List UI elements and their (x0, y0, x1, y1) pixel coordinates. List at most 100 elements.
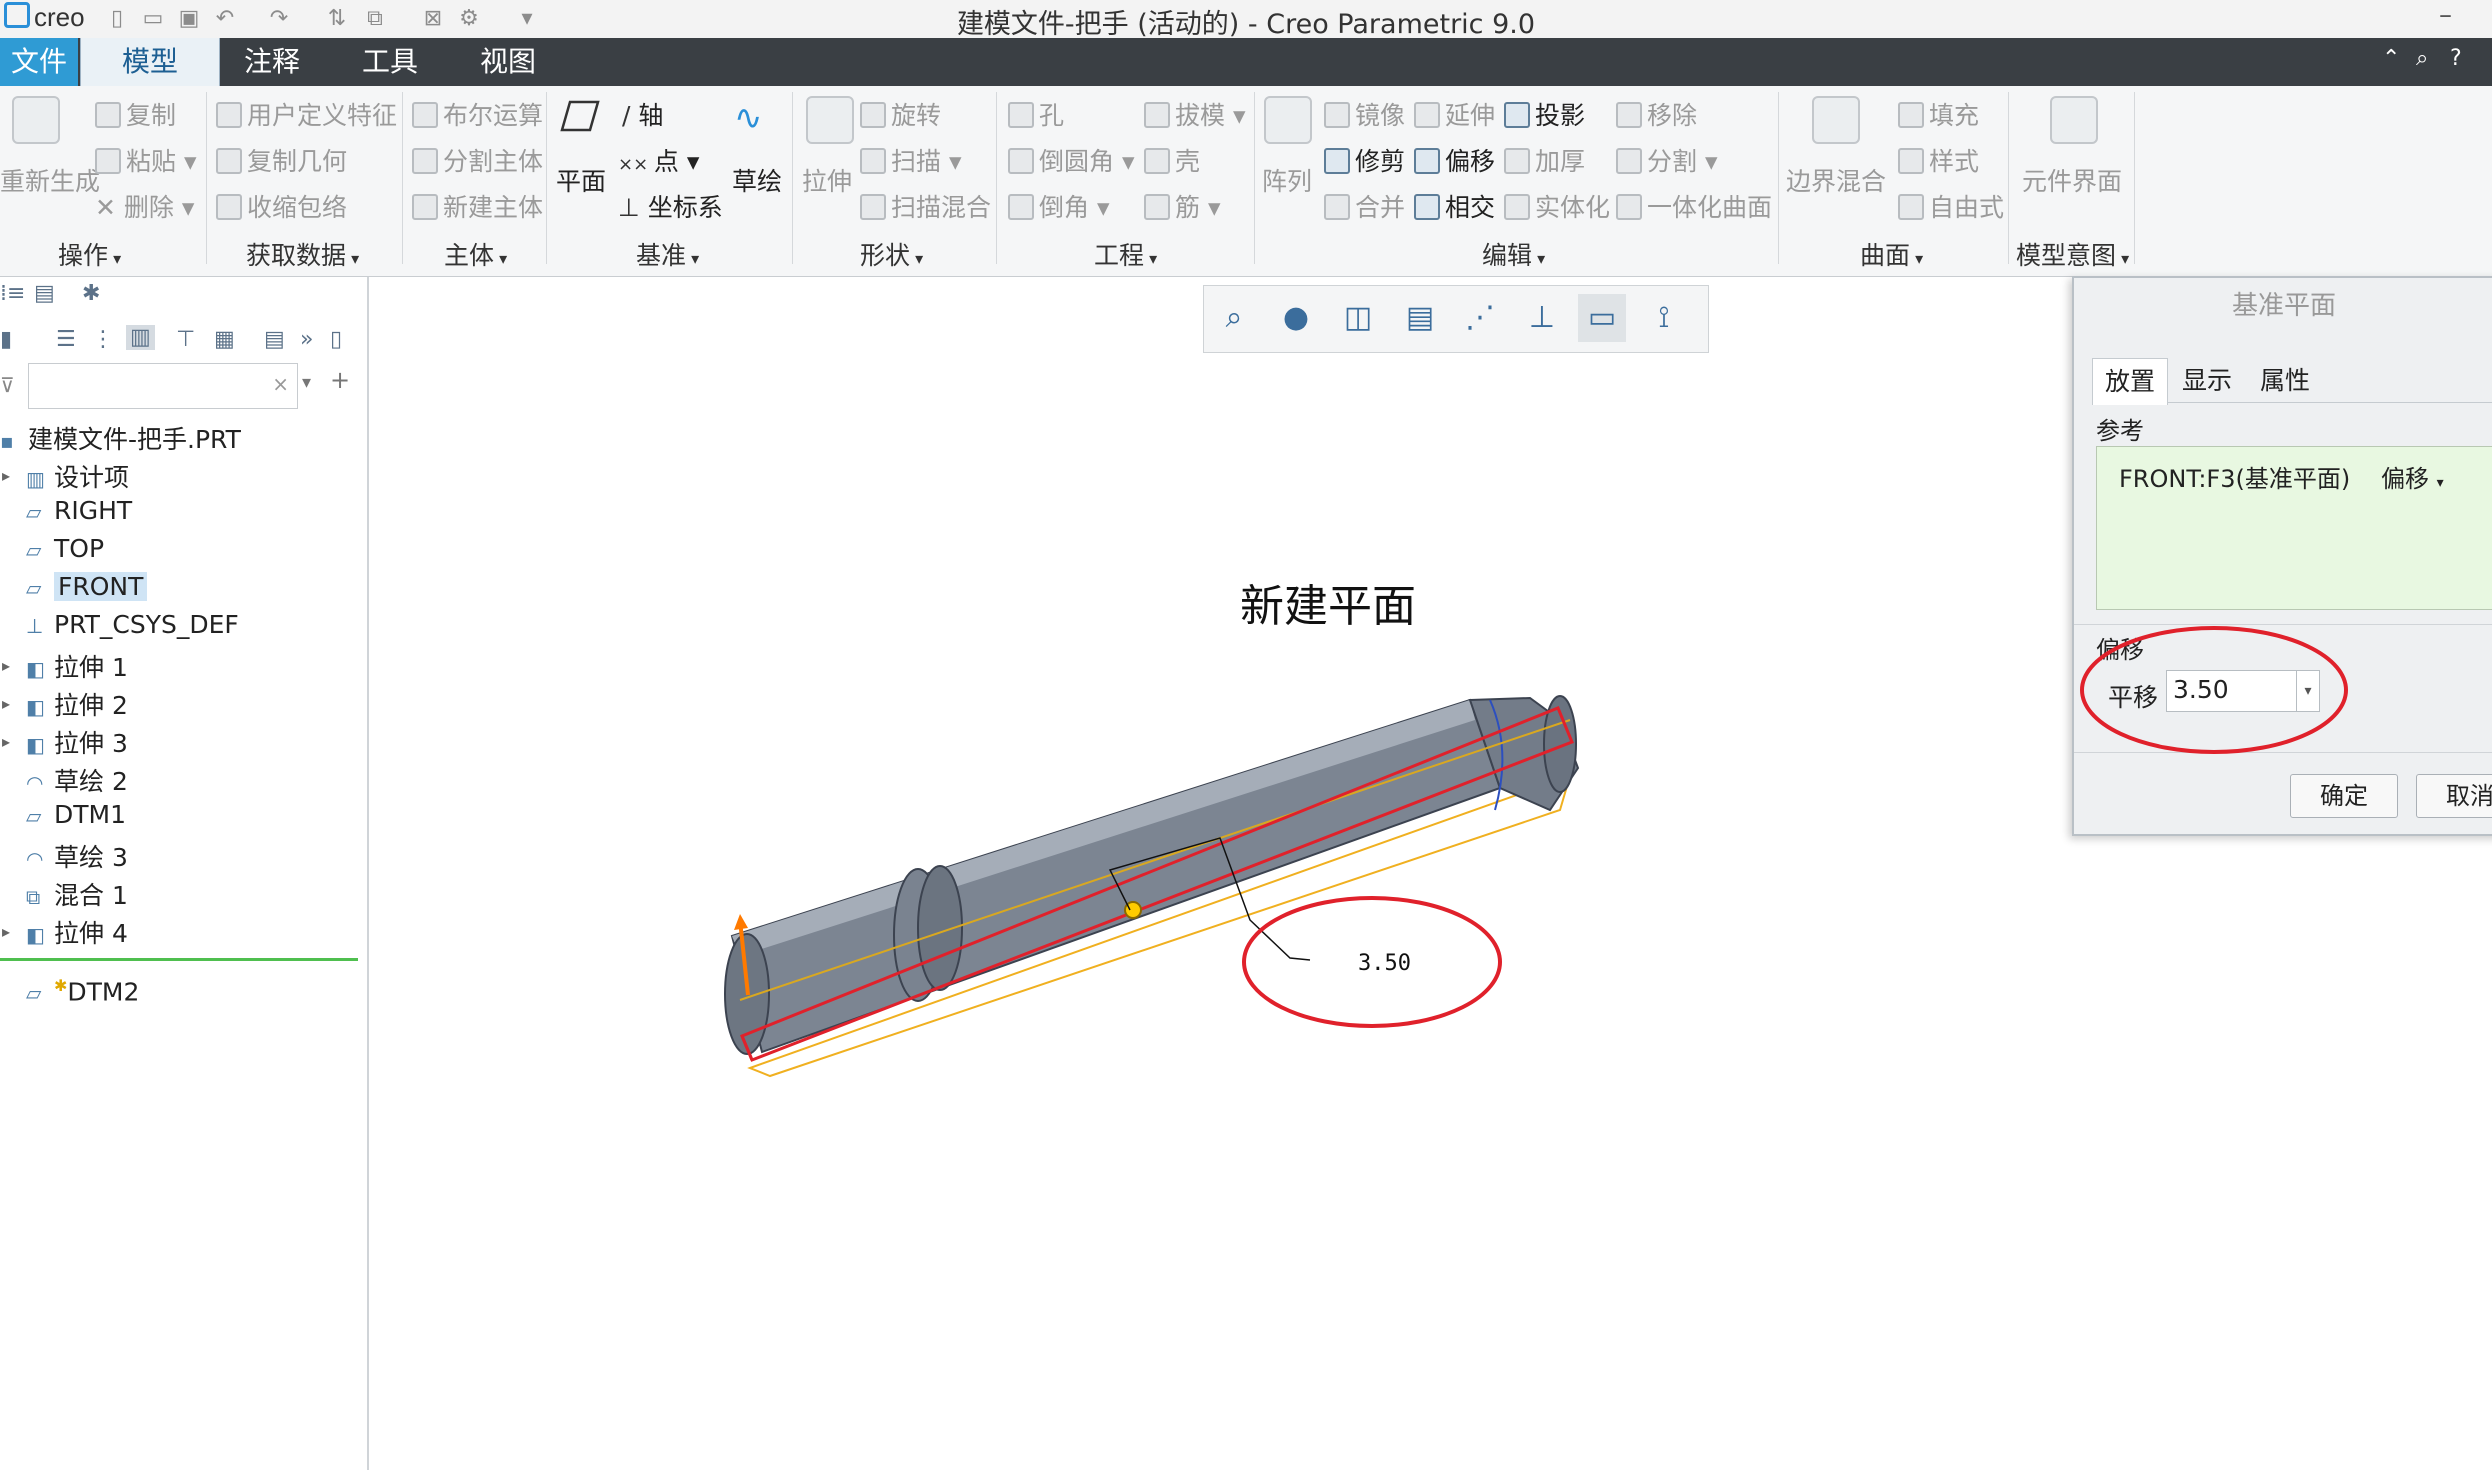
offset-button[interactable]: 偏移 (1414, 142, 1495, 178)
csys-button[interactable]: ⊥ 坐标系 (618, 188, 723, 224)
tree-item-csys[interactable]: ⊥ PRT_CSYS_DEF (26, 610, 239, 639)
expand-icon[interactable]: ▸ (2, 466, 10, 485)
tree-item-dtm1[interactable]: ▱ DTM1 (26, 800, 126, 829)
tree-item-sketch-3[interactable]: ◠ 草绘 3 (26, 838, 128, 874)
fill-button[interactable]: 填充 (1898, 96, 1979, 132)
component-interface-button[interactable]: 元件界面 (2022, 162, 2122, 198)
draft-button[interactable]: 拔模 ▾ (1144, 96, 1246, 132)
paste-button[interactable]: 粘贴 ▾ (95, 142, 197, 178)
tree-item-top[interactable]: ▱ TOP (26, 534, 104, 563)
tree-filter-icon[interactable]: ⊤ (176, 327, 195, 352)
group-label-datum[interactable]: 基准 (636, 236, 699, 272)
point-button[interactable]: ×× 点 ▾ (618, 142, 699, 178)
references-collector[interactable]: FRONT:F3(基准平面) 偏移 ▾ (2096, 446, 2492, 610)
model-tree-tab-icon[interactable]: ⁞≡ (0, 281, 25, 306)
plane-button[interactable]: 平面 (556, 162, 606, 198)
tree-columns-icon[interactable]: ⋮ (92, 327, 114, 352)
search-icon[interactable]: ⌕ (2416, 46, 2428, 71)
hole-button[interactable]: 孔 (1008, 96, 1064, 132)
remove-button[interactable]: 移除 (1616, 96, 1697, 132)
trim-button[interactable]: 修剪 (1324, 142, 1405, 178)
group-label-editing[interactable]: 编辑 (1482, 236, 1545, 272)
folder-browser-tab-icon[interactable]: ▤ (34, 281, 55, 306)
boolean-button[interactable]: 布尔运算 (412, 96, 543, 132)
more-icon[interactable]: » (300, 327, 313, 352)
style-button[interactable]: 样式 (1898, 142, 1979, 178)
shrinkwrap-button[interactable]: 收缩包络 (216, 188, 347, 224)
udf-button[interactable]: 用户定义特征 (216, 96, 397, 132)
sketch-button[interactable]: 草绘 (732, 162, 782, 198)
insert-indicator[interactable] (0, 958, 358, 961)
spin-center-icon[interactable]: ⟟ (1640, 294, 1688, 342)
layer-icon[interactable]: ▮ (0, 327, 12, 352)
sweep-button[interactable]: 扫描 ▾ (860, 142, 962, 178)
tab-model[interactable]: 模型 (80, 38, 220, 86)
mirror-button[interactable]: 镜像 (1324, 96, 1405, 132)
notes-icon[interactable]: ▯ (330, 327, 342, 352)
tree-settings-icon[interactable]: ▦ (214, 327, 235, 352)
tab-view[interactable]: 视图 (458, 38, 558, 86)
chamfer-button[interactable]: 倒角 ▾ (1008, 188, 1110, 224)
tree-search-input[interactable]: × (28, 363, 298, 409)
tree-item-sketch-2[interactable]: ◠ 草绘 2 (26, 762, 128, 798)
revolve-button[interactable]: 旋转 (860, 96, 941, 132)
expand-icon[interactable]: ▸ (2, 656, 10, 675)
merge-button[interactable]: 合并 (1324, 188, 1405, 224)
pattern-button[interactable]: 阵列 (1262, 162, 1312, 198)
zoom-icon[interactable]: ⌕ (1210, 294, 1258, 342)
offset-dimension-text[interactable]: 3.50 (1358, 951, 1411, 976)
saved-orientations-icon[interactable]: ◫ (1334, 294, 1382, 342)
add-filter-icon[interactable]: + (330, 366, 350, 394)
regenerate-button[interactable]: 重新生成 (0, 162, 100, 198)
thicken-button[interactable]: 加厚 (1504, 142, 1585, 178)
show-icon[interactable]: ▤ (264, 327, 285, 352)
clear-search-icon[interactable]: × (272, 372, 289, 396)
group-label-engineering[interactable]: 工程 (1094, 236, 1157, 272)
swept-blend-button[interactable]: 扫描混合 (860, 188, 991, 224)
layer-tree-icon[interactable]: ▥ (126, 325, 155, 350)
tree-item-design-items[interactable]: ▥ 设计项 (26, 458, 129, 494)
solidify-button[interactable]: 实体化 (1504, 188, 1610, 224)
split-button[interactable]: 分割 ▾ (1616, 142, 1718, 178)
ok-button[interactable]: 确定 (2290, 774, 2398, 818)
delete-button[interactable]: ✕ 删除 ▾ (95, 188, 194, 224)
expand-icon[interactable]: ▸ (2, 922, 10, 941)
view-manager-icon[interactable]: ▤ (1396, 294, 1444, 342)
new-body-button[interactable]: 新建主体 (412, 188, 543, 224)
display-style-icon[interactable]: ● (1272, 294, 1320, 342)
tree-view-icon[interactable]: ☰ (56, 327, 76, 352)
copy-button[interactable]: 复制 (95, 96, 176, 132)
rib-button[interactable]: 筋 ▾ (1144, 188, 1221, 224)
expand-icon[interactable]: ▸ (2, 732, 10, 751)
extrude-button[interactable]: 拉伸 (802, 162, 852, 198)
reference-type-dropdown[interactable]: 偏移 ▾ (2381, 459, 2444, 494)
tab-file[interactable]: 文件 (0, 38, 78, 86)
reference-entry[interactable]: FRONT:F3(基准平面) (2119, 459, 2350, 494)
extend-button[interactable]: 延伸 (1414, 96, 1495, 132)
tree-item-dtm2[interactable]: ▱ ✱DTM2 (26, 976, 139, 1006)
group-label-surfaces[interactable]: 曲面 (1860, 236, 1923, 272)
round-button[interactable]: 倒圆角 ▾ (1008, 142, 1135, 178)
project-button[interactable]: 投影 (1504, 96, 1585, 132)
group-label-shapes[interactable]: 形状 (860, 236, 923, 272)
split-body-button[interactable]: 分割主体 (412, 142, 543, 178)
cancel-button[interactable]: 取消 (2416, 774, 2492, 818)
tab-tools[interactable]: 工具 (340, 38, 440, 86)
tree-item-right[interactable]: ▱ RIGHT (26, 496, 132, 525)
boundary-blend-button[interactable]: 边界混合 (1786, 162, 1886, 198)
group-label-body[interactable]: 主体 (444, 236, 507, 272)
freestyle-button[interactable]: 自由式 (1898, 188, 2004, 224)
minimize-icon[interactable]: – (2439, 0, 2452, 30)
group-label-operations[interactable]: 操作 (58, 236, 121, 272)
tree-item-front[interactable]: ▱ FRONT (26, 572, 148, 601)
group-label-get-data[interactable]: 获取数据 (246, 236, 359, 272)
help-icon[interactable]: ? (2450, 46, 2462, 71)
favorites-tab-icon[interactable]: ✱ (82, 281, 100, 306)
tree-item-extrude-4[interactable]: ◧ 拉伸 4 (26, 914, 128, 950)
tree-item-extrude-2[interactable]: ◧ 拉伸 2 (26, 686, 128, 722)
tree-item-blend-1[interactable]: ⧉ 混合 1 (26, 876, 128, 912)
unify-button[interactable]: 一体化曲面 (1616, 188, 1772, 224)
group-label-model-intent[interactable]: 模型意图 (2016, 236, 2129, 272)
csys-display-icon[interactable]: ⊥ (1518, 294, 1566, 342)
tab-properties[interactable]: 属性 (2248, 358, 2322, 404)
